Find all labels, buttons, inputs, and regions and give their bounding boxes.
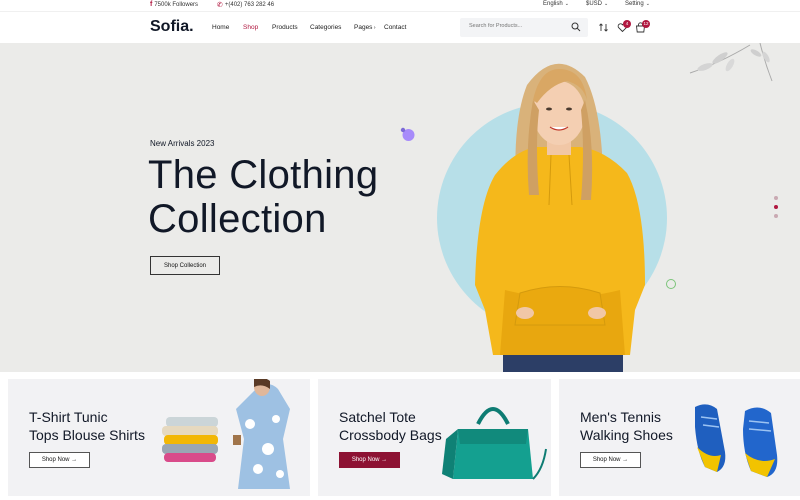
promo-card-tshirts: T-Shirt Tunic Tops Blouse Shirts Shop No… (8, 379, 310, 496)
shop-now-button[interactable]: Shop Now → (580, 452, 641, 468)
followers-link[interactable]: f 7500k Followers (150, 1, 198, 8)
nav-categories[interactable]: Categories (310, 24, 341, 31)
bag-image (442, 407, 547, 480)
card-title: Satchel Tote Crossbody Bags (339, 409, 442, 443)
shoes-image (695, 404, 778, 477)
purple-dot-decoration (400, 127, 415, 141)
nav-shop[interactable]: Shop (243, 24, 258, 31)
sort-arrows-icon[interactable] (598, 22, 609, 33)
site-logo[interactable]: Sofia. (150, 18, 194, 36)
slider-dot-active[interactable] (774, 205, 778, 209)
hero-eyebrow: New Arrivals 2023 (150, 139, 215, 148)
currency-value: $USD (586, 1, 603, 7)
nav-products[interactable]: Products (272, 24, 298, 31)
hero-title-line: Collection (148, 197, 327, 241)
phone-icon: ✆ (217, 2, 223, 9)
main-header: Sofia. Home Shop Products Categories Pag… (0, 11, 800, 42)
card-title: Men's Tennis Walking Shoes (580, 409, 673, 443)
arrow-right-icon: → (381, 457, 388, 463)
wishlist-badge: 4 (623, 20, 631, 28)
setting-select[interactable]: Setting ⌄ (625, 1, 650, 7)
search-icon[interactable] (571, 22, 581, 32)
cart-badge: 12 (642, 20, 650, 28)
arrow-right-icon: → (622, 457, 629, 463)
search-box (460, 18, 588, 37)
hero-model-image (475, 63, 645, 372)
hero-title-line: The Clothing (148, 153, 379, 197)
shop-now-button[interactable]: Shop Now → (339, 452, 400, 468)
clothes-image (162, 379, 290, 489)
nav-pages-label: Pages (354, 24, 373, 31)
shop-now-label: Shop Now (41, 457, 70, 463)
phone-link[interactable]: ✆ +(402) 763 282 46 (217, 1, 274, 9)
shop-now-button[interactable]: Shop Now → (29, 452, 90, 468)
hero-banner: New Arrivals 2023 The Clothing Collectio… (0, 43, 800, 372)
hero-title: The Clothing Collection (148, 153, 378, 241)
shop-collection-button[interactable]: Shop Collection (150, 256, 220, 275)
currency-select[interactable]: $USD ⌄ (586, 1, 608, 7)
slider-dot[interactable] (774, 196, 778, 200)
followers-text: 7500k Followers (154, 1, 199, 8)
nav-contact[interactable]: Contact (384, 24, 406, 31)
shop-now-label: Shop Now (351, 457, 380, 463)
leaf-decoration (689, 43, 773, 82)
promo-card-bags: Satchel Tote Crossbody Bags Shop Now → (318, 379, 551, 496)
chevron-down-icon: › (372, 25, 376, 31)
shop-now-label: Shop Now (592, 457, 621, 463)
chevron-down-icon: ⌄ (604, 1, 609, 7)
slider-dot[interactable] (774, 214, 778, 218)
hero-slider-dots (774, 196, 778, 223)
search-input[interactable] (469, 23, 569, 29)
language-value: English (543, 1, 563, 7)
card-title: T-Shirt Tunic Tops Blouse Shirts (29, 409, 145, 443)
green-ring-decoration (666, 279, 676, 289)
promo-card-shoes: Men's Tennis Walking Shoes Shop Now → (559, 379, 800, 496)
facebook-icon: f (150, 1, 153, 8)
language-select[interactable]: English ⌄ (543, 1, 569, 7)
phone-text: +(402) 763 282 46 (224, 2, 275, 8)
arrow-right-icon: → (71, 457, 78, 463)
nav-home[interactable]: Home (212, 24, 229, 31)
top-bar: f 7500k Followers ✆ +(402) 763 282 46 En… (0, 0, 800, 11)
chevron-down-icon: ⌄ (645, 1, 650, 7)
setting-value: Setting (625, 1, 644, 7)
chevron-down-icon: ⌄ (564, 1, 569, 7)
nav-pages[interactable]: Pages › (354, 24, 376, 31)
